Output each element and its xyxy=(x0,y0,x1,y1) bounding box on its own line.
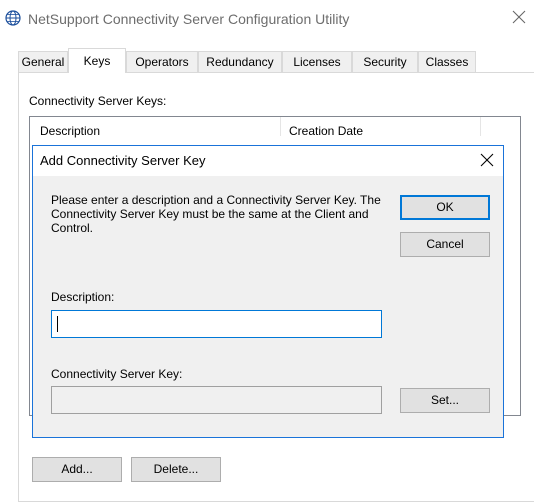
keys-section-label: Connectivity Server Keys: xyxy=(29,94,167,108)
tab-redundancy[interactable]: Redundancy xyxy=(198,51,282,72)
delete-button[interactable]: Delete... xyxy=(131,457,221,482)
tab-general[interactable]: General xyxy=(18,51,68,72)
close-icon[interactable] xyxy=(480,153,494,167)
set-button[interactable]: Set... xyxy=(400,388,490,413)
description-label: Description: xyxy=(51,290,115,304)
cancel-button[interactable]: Cancel xyxy=(400,232,490,257)
key-label: Connectivity Server Key: xyxy=(51,367,183,381)
column-header-description[interactable]: Description xyxy=(40,124,100,138)
tab-operators[interactable]: Operators xyxy=(126,51,198,72)
tab-classes[interactable]: Classes xyxy=(418,51,476,72)
dialog-instructions: Please enter a description and a Connect… xyxy=(51,193,381,235)
tab-security[interactable]: Security xyxy=(352,51,418,72)
description-field[interactable] xyxy=(51,310,382,338)
key-field xyxy=(51,386,382,414)
tab-keys[interactable]: Keys xyxy=(68,48,126,73)
globe-icon xyxy=(5,10,21,26)
text-caret xyxy=(57,316,58,332)
add-button[interactable]: Add... xyxy=(32,457,122,482)
column-separator xyxy=(280,117,281,136)
ok-button[interactable]: OK xyxy=(400,195,490,220)
close-icon[interactable] xyxy=(510,8,528,26)
column-separator xyxy=(480,117,481,136)
window-title: NetSupport Connectivity Server Configura… xyxy=(28,11,350,27)
column-header-creation-date[interactable]: Creation Date xyxy=(289,124,363,138)
tab-licenses[interactable]: Licenses xyxy=(282,51,352,72)
dialog-title: Add Connectivity Server Key xyxy=(40,153,206,168)
